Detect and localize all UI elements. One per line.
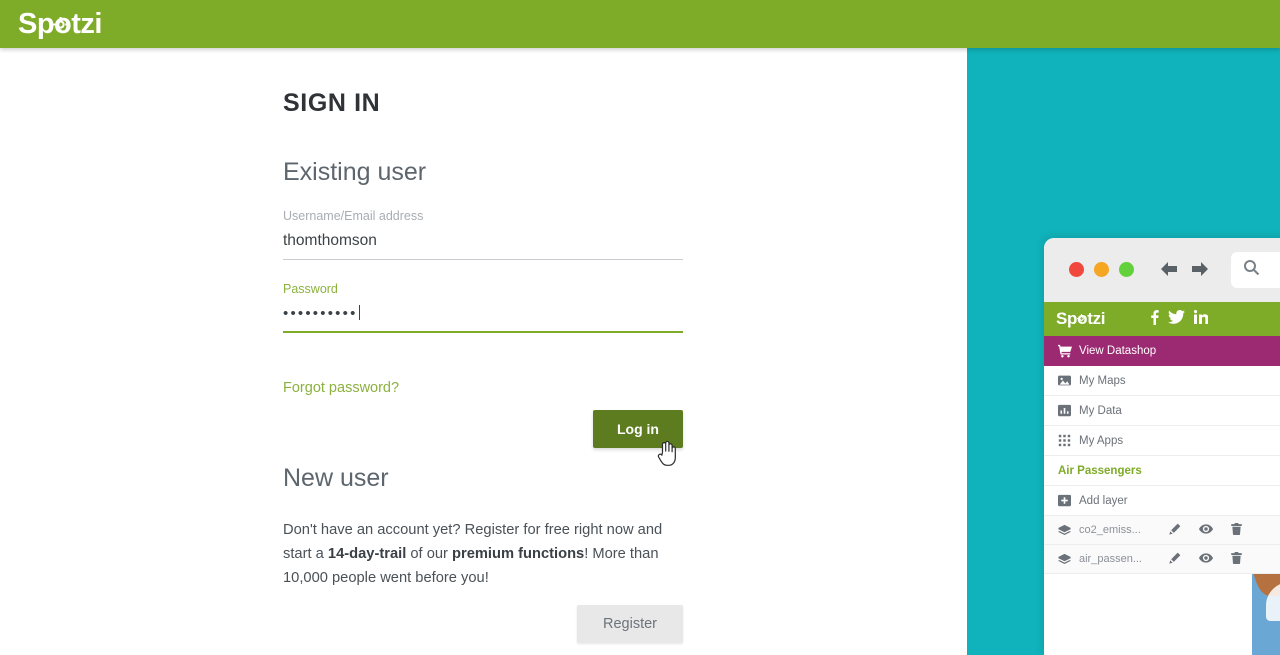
arrow-right-icon[interactable] bbox=[1189, 259, 1211, 284]
maps-icon bbox=[1058, 374, 1079, 387]
password-input[interactable]: •••••••••• bbox=[283, 305, 683, 333]
search-icon bbox=[1243, 259, 1260, 281]
chart-bar-icon bbox=[1058, 404, 1079, 417]
mockup-menu-my-data[interactable]: My Data bbox=[1044, 396, 1280, 426]
page-title: SIGN IN bbox=[283, 89, 381, 117]
password-label: Password bbox=[283, 282, 338, 296]
grid-apps-icon bbox=[1058, 434, 1079, 447]
mockup-project-title: Air Passengers bbox=[1044, 456, 1280, 486]
mockup-add-layer-label: Add layer bbox=[1079, 494, 1128, 507]
login-button[interactable]: Log in bbox=[593, 410, 683, 448]
window-maximize-dot[interactable] bbox=[1119, 262, 1134, 277]
mockup-logo: Spotzi bbox=[1056, 308, 1106, 328]
layers-icon bbox=[1058, 553, 1079, 566]
mockup-layer-row[interactable]: air_passen... bbox=[1044, 545, 1280, 574]
signin-form: SIGN IN Existing user Username/Email add… bbox=[283, 48, 703, 643]
register-button-row: Register bbox=[283, 604, 683, 643]
mockup-menu-my-maps[interactable]: My Maps bbox=[1044, 366, 1280, 396]
password-masked-value: •••••••••• bbox=[283, 305, 358, 322]
username-input[interactable]: thomthomson bbox=[283, 232, 683, 260]
mockup-menu-label: View Datashop bbox=[1079, 345, 1157, 357]
mockup-layer-actions bbox=[1169, 522, 1242, 538]
browser-mockup: Spotzi View Datashop My Maps My Data My … bbox=[1044, 238, 1280, 655]
mockup-layer-name: air_passen... bbox=[1079, 553, 1142, 565]
mockup-social-links bbox=[1150, 309, 1209, 330]
shopping-cart-icon bbox=[1058, 344, 1079, 358]
mockup-add-layer[interactable]: Add layer bbox=[1044, 486, 1280, 516]
mockup-nav-arrows bbox=[1158, 259, 1211, 284]
text-caret bbox=[358, 305, 360, 320]
pencil-icon[interactable] bbox=[1169, 523, 1181, 538]
forgot-password-link[interactable]: Forgot password? bbox=[283, 380, 399, 396]
existing-user-heading: Existing user bbox=[283, 158, 427, 186]
eye-icon[interactable] bbox=[1199, 523, 1213, 538]
mockup-menu-label: My Data bbox=[1079, 404, 1122, 417]
username-label: Username/Email address bbox=[283, 209, 424, 223]
blurb-bold1: 14-day-trail bbox=[327, 546, 407, 562]
mockup-menu-view-datashop[interactable]: View Datashop bbox=[1044, 336, 1280, 366]
username-field-group: Username/Email address thomthomson bbox=[283, 209, 683, 260]
mockup-menu-label: My Maps bbox=[1079, 374, 1126, 387]
mockup-app-header: Spotzi bbox=[1044, 302, 1280, 336]
password-field-group: Password •••••••••• bbox=[283, 282, 683, 333]
twitter-icon[interactable] bbox=[1168, 310, 1185, 329]
register-button[interactable]: Register bbox=[577, 604, 683, 643]
blurb-part2: of our bbox=[406, 546, 453, 562]
mockup-layer-name: co2_emiss... bbox=[1079, 524, 1141, 536]
layers-icon bbox=[1058, 524, 1079, 537]
site-logo[interactable]: Spotzi bbox=[18, 4, 103, 44]
eye-icon[interactable] bbox=[1199, 552, 1213, 567]
new-user-heading: New user bbox=[283, 464, 389, 492]
pencil-icon[interactable] bbox=[1169, 552, 1181, 567]
mockup-search-box[interactable] bbox=[1231, 252, 1280, 288]
login-button-row: Log in bbox=[283, 410, 683, 448]
trash-icon[interactable] bbox=[1231, 522, 1242, 538]
window-close-dot[interactable] bbox=[1069, 262, 1084, 277]
crosshair-target-icon bbox=[53, 9, 68, 32]
register-blurb: Don't have an account yet? Register for … bbox=[283, 518, 685, 590]
mockup-menu-label: My Apps bbox=[1079, 434, 1124, 447]
window-minimize-dot[interactable] bbox=[1094, 262, 1109, 277]
logo-wordmark: Spotzi bbox=[18, 7, 103, 40]
mockup-titlebar bbox=[1044, 238, 1280, 302]
mockup-layer-actions bbox=[1169, 551, 1242, 567]
mockup-layer-row[interactable]: co2_emiss... bbox=[1044, 516, 1280, 545]
blurb-bold2: premium functions bbox=[452, 546, 585, 562]
linkedin-icon[interactable] bbox=[1193, 310, 1209, 329]
arrow-left-icon[interactable] bbox=[1158, 259, 1180, 284]
site-header: Spotzi bbox=[0, 0, 1280, 48]
signin-page: Spotzi View Datashop My Maps My Data My … bbox=[0, 0, 1280, 655]
mockup-menu-my-apps[interactable]: My Apps bbox=[1044, 426, 1280, 456]
crosshair-target-icon bbox=[1077, 308, 1086, 323]
facebook-icon[interactable] bbox=[1150, 309, 1159, 330]
trash-icon[interactable] bbox=[1231, 551, 1242, 567]
plus-square-icon bbox=[1058, 494, 1079, 507]
